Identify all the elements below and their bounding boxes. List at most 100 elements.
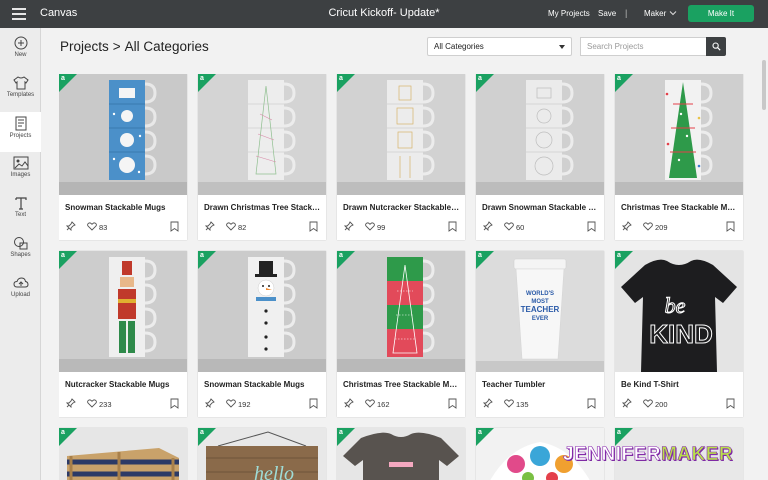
caret-down-icon: [559, 45, 565, 49]
breadcrumb-projects[interactable]: Projects: [60, 39, 109, 54]
like-count: 209: [655, 223, 668, 232]
pin-icon[interactable]: [483, 221, 493, 231]
sidebar-item-images[interactable]: Images: [0, 152, 41, 192]
sidebar-item-upload[interactable]: Upload: [0, 272, 41, 312]
bookmark-icon[interactable]: [309, 398, 318, 409]
sidebar-label-images: Images: [10, 172, 31, 178]
bookmark-icon[interactable]: [309, 221, 318, 232]
project-card[interactable]: a Drawn Nutcracker Stackable Mugs 99: [337, 74, 465, 240]
access-icon: a: [617, 75, 621, 82]
pin-icon[interactable]: [344, 398, 354, 408]
bookmark-icon[interactable]: [726, 221, 735, 232]
project-card[interactable]: a Nutcracker Stackable Mugs 233: [59, 251, 187, 417]
pin-icon[interactable]: [66, 221, 76, 231]
category-select-value: All Categories: [434, 42, 484, 51]
project-card[interactable]: a Christmas Tree Stackable Mugs 162: [337, 251, 465, 417]
project-card[interactable]: a Drawn Christmas Tree Stackable Mugs 82: [198, 74, 326, 240]
pin-icon[interactable]: [205, 221, 215, 231]
project-card[interactable]: a Christmas Tree Stackable Mugs 209: [615, 74, 743, 240]
pin-icon[interactable]: [622, 398, 632, 408]
access-icon: a: [200, 75, 204, 82]
heart-icon[interactable]: [226, 399, 236, 408]
tshirt-image: be KIND: [615, 251, 743, 372]
access-icon: a: [339, 429, 343, 436]
pin-icon[interactable]: [622, 221, 632, 231]
pin-icon[interactable]: [483, 398, 493, 408]
heart-icon[interactable]: [365, 222, 375, 231]
heart-icon[interactable]: [504, 222, 514, 231]
pin-icon[interactable]: [344, 221, 354, 231]
pin-icon[interactable]: [205, 398, 215, 408]
bookmark-icon[interactable]: [448, 221, 457, 232]
stacked-mugs-image: [198, 74, 326, 195]
project-thumbnail: [59, 251, 187, 372]
like-count: 200: [655, 400, 668, 409]
watermark-part-2: MAKER: [660, 444, 734, 466]
image-icon: [13, 156, 28, 170]
sidebar-item-projects[interactable]: Projects: [0, 112, 41, 152]
bookmark-icon[interactable]: [587, 221, 596, 232]
project-card[interactable]: be KIND a Be Kind T-Shirt 200: [615, 251, 743, 417]
project-title[interactable]: Christmas Tree Stackable Mugs: [621, 203, 739, 212]
project-card[interactable]: WORLD'S MOST TEACHER EVER a Teacher Tumb…: [476, 251, 604, 417]
heart-icon[interactable]: [226, 222, 236, 231]
sidebar-item-templates[interactable]: Templates: [0, 72, 41, 112]
project-card[interactable]: a Snowman Stackable Mugs 83: [59, 74, 187, 240]
project-title[interactable]: Nutcracker Stackable Mugs: [65, 380, 183, 389]
hamburger-menu-icon[interactable]: [12, 8, 26, 20]
heart-icon[interactable]: [504, 399, 514, 408]
sidebar-item-shapes[interactable]: Shapes: [0, 232, 41, 272]
project-title[interactable]: Drawn Nutcracker Stackable Mugs: [343, 203, 461, 212]
project-title[interactable]: Snowman Stackable Mugs: [65, 203, 183, 212]
project-card[interactable]: a Drawn Snowman Stackable Mugs 60: [476, 74, 604, 240]
bookmark-icon[interactable]: [170, 398, 179, 409]
bookmark-icon[interactable]: [448, 398, 457, 409]
tumbler-text-3: TEACHER: [521, 305, 560, 314]
bookmark-icon[interactable]: [726, 398, 735, 409]
make-it-button[interactable]: Make It: [688, 5, 754, 22]
project-thumbnail: hello: [198, 428, 326, 480]
tumbler-text-4: EVER: [532, 316, 549, 322]
heart-icon[interactable]: [365, 399, 375, 408]
access-icon: a: [61, 252, 65, 259]
project-card[interactable]: a: [59, 428, 187, 480]
my-projects-link[interactable]: My Projects: [548, 9, 590, 18]
chevron-down-icon[interactable]: [669, 9, 677, 17]
heart-icon[interactable]: [643, 399, 653, 408]
pin-icon[interactable]: [66, 398, 76, 408]
scrollbar-thumb[interactable]: [762, 60, 766, 110]
bookmark-icon[interactable]: [170, 221, 179, 232]
project-card[interactable]: hello a: [198, 428, 326, 480]
project-title[interactable]: Drawn Snowman Stackable Mugs: [482, 203, 600, 212]
sidebar-item-new[interactable]: New: [0, 32, 41, 72]
scrollbar[interactable]: [762, 60, 766, 480]
access-icon: a: [61, 429, 65, 436]
upload-cloud-icon: [12, 277, 29, 288]
heart-icon[interactable]: [87, 399, 97, 408]
project-title[interactable]: Drawn Christmas Tree Stackable Mugs: [204, 203, 322, 212]
stacked-mugs-image: [59, 74, 187, 195]
project-title[interactable]: Christmas Tree Stackable Mugs: [343, 380, 461, 389]
project-title[interactable]: Be Kind T-Shirt: [621, 380, 739, 389]
search-input[interactable]: [580, 37, 706, 56]
project-title[interactable]: Snowman Stackable Mugs: [204, 380, 322, 389]
sign-text: hello: [254, 463, 294, 480]
project-card[interactable]: a: [337, 428, 465, 480]
sidebar-label-text: Text: [14, 212, 26, 218]
machine-select[interactable]: Maker: [644, 9, 666, 18]
document-title[interactable]: Cricut Kickoff- Update*: [328, 7, 439, 19]
access-icon: a: [61, 75, 65, 82]
project-grid: a Snowman Stackable Mugs 83 a Drawn Chri…: [59, 74, 747, 480]
project-card[interactable]: a Snowman Stackable Mugs 192: [198, 251, 326, 417]
stacked-mugs-image: [476, 74, 604, 195]
search-button[interactable]: [706, 37, 726, 56]
breadcrumb: Projects > All Categories: [60, 39, 209, 54]
project-title[interactable]: Teacher Tumbler: [482, 380, 600, 389]
bookmark-icon[interactable]: [587, 398, 596, 409]
breadcrumb-current: All Categories: [124, 39, 209, 54]
category-select[interactable]: All Categories: [427, 37, 572, 56]
heart-icon[interactable]: [87, 222, 97, 231]
save-link[interactable]: Save: [598, 9, 616, 18]
sidebar-item-text[interactable]: Text: [0, 192, 41, 232]
heart-icon[interactable]: [643, 222, 653, 231]
